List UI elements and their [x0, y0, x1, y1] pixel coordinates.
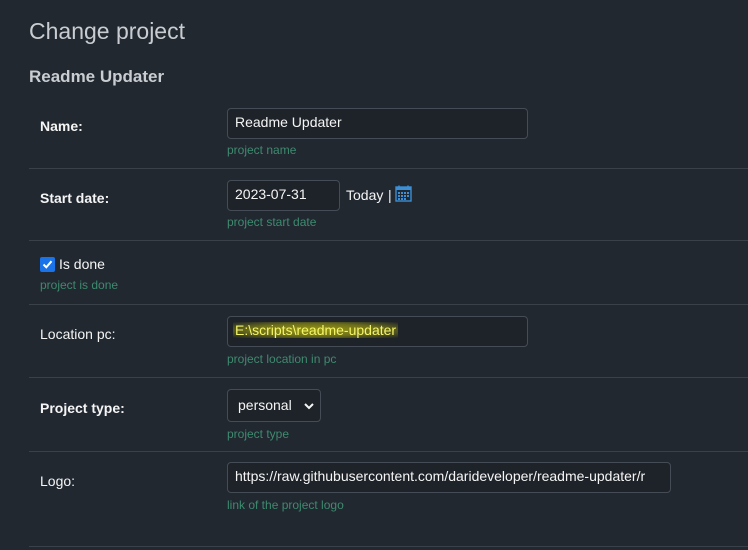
is-done-label[interactable]: Is done: [59, 256, 105, 272]
logo-help: link of the project logo: [227, 498, 344, 512]
start-date-input[interactable]: 2023-07-31: [227, 180, 340, 211]
project-type-help: project type: [227, 427, 290, 441]
name-input[interactable]: Readme Updater: [227, 108, 528, 139]
name-help: project name: [227, 143, 297, 157]
location-pc-label: Location pc:: [40, 326, 116, 342]
today-link[interactable]: Today: [346, 187, 383, 203]
form-row-project-type: Project type: personal project type: [29, 377, 748, 452]
project-type-selected: personal: [238, 397, 292, 413]
start-date-label: Start date:: [40, 190, 110, 206]
form-row-name: Name: Readme Updater project name: [29, 96, 748, 169]
is-done-help: project is done: [40, 278, 119, 292]
logo-input[interactable]: https://raw.githubusercontent.com/daride…: [227, 462, 671, 493]
is-done-checkbox[interactable]: [40, 257, 55, 272]
form-row-start-date: Start date: 2023-07-31 Today | project s…: [29, 168, 748, 241]
project-type-select[interactable]: personal: [227, 389, 321, 422]
logo-label: Logo:: [40, 473, 76, 489]
form-row-is-done: Is done project is done: [29, 240, 748, 305]
project-type-label: Project type:: [40, 400, 125, 416]
calendar-icon[interactable]: [395, 185, 412, 207]
checkmark-icon: [42, 260, 53, 269]
location-pc-help: project location in pc: [227, 352, 337, 366]
name-label: Name:: [40, 118, 83, 134]
date-separator: |: [388, 187, 392, 203]
project-form: Name: Readme Updater project name Start …: [29, 96, 748, 550]
chevron-down-icon: [304, 403, 314, 410]
start-date-help: project start date: [227, 215, 317, 229]
form-row-location-pc: Location pc: E:\scripts\readme-updater p…: [29, 304, 748, 378]
bottom-divider: [29, 546, 748, 547]
location-pc-value: E:\scripts\readme-updater: [233, 322, 399, 338]
page-title: Change project: [29, 18, 185, 44]
form-row-logo: Logo: https://raw.githubusercontent.com/…: [29, 451, 748, 526]
location-pc-input[interactable]: E:\scripts\readme-updater: [227, 316, 528, 347]
module-caption: Readme Updater: [29, 67, 165, 86]
